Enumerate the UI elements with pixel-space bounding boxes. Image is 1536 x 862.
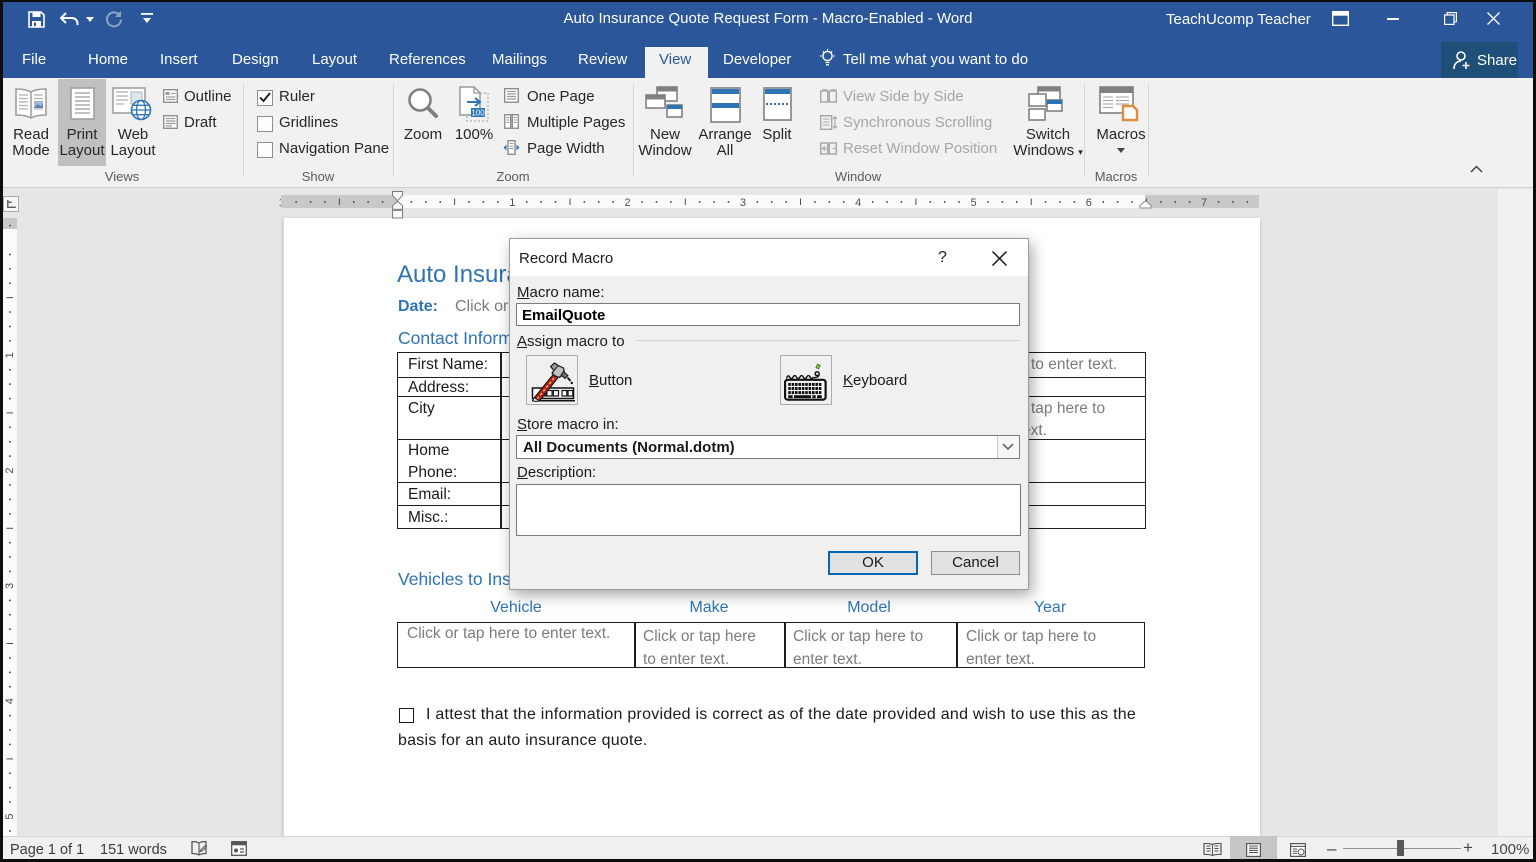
svg-text:6: 6: [1086, 197, 1092, 209]
svg-text:3: 3: [740, 197, 746, 209]
svg-text:7: 7: [1201, 197, 1207, 209]
svg-text:1: 1: [4, 352, 16, 358]
svg-text:5: 5: [4, 813, 16, 819]
svg-text:4: 4: [4, 698, 16, 704]
svg-text:100: 100: [471, 109, 485, 118]
svg-text:4: 4: [855, 197, 861, 209]
svg-text:1: 1: [509, 197, 515, 209]
svg-text:2: 2: [625, 197, 631, 209]
svg-text:3: 3: [4, 583, 16, 589]
svg-text:2: 2: [4, 468, 16, 474]
svg-text:5: 5: [970, 197, 976, 209]
